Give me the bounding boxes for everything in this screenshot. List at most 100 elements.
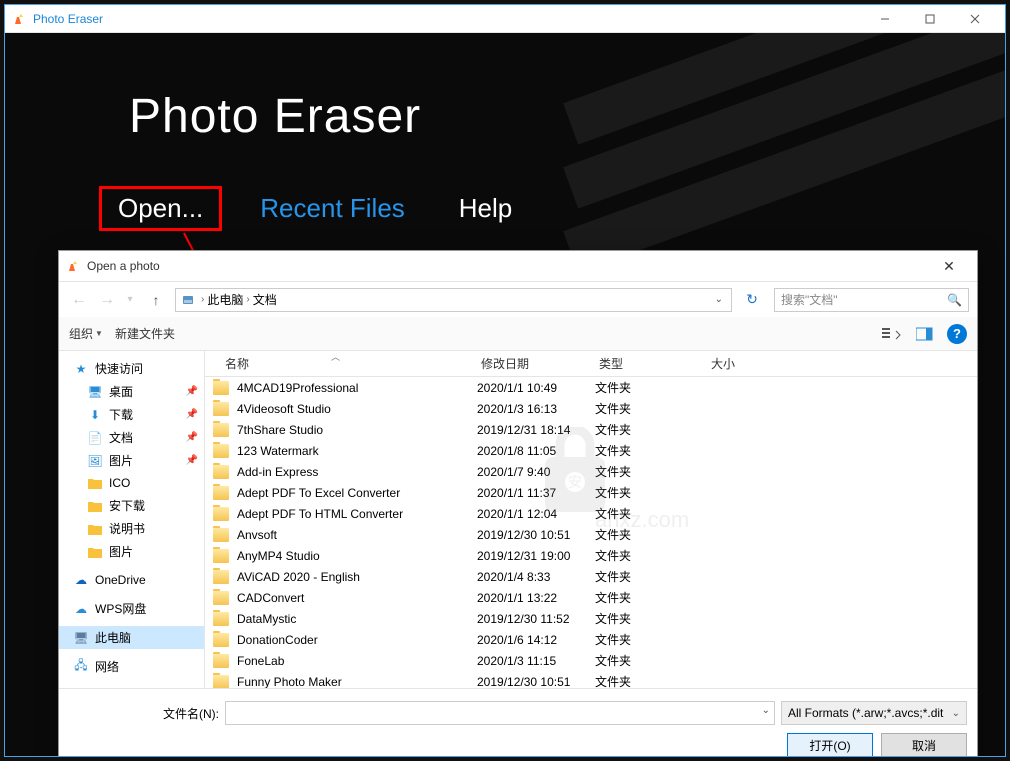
file-row[interactable]: AnyMP4 Studio2019/12/31 19:00文件夹 (205, 545, 977, 566)
file-row[interactable]: 123 Watermark2020/1/8 11:05文件夹 (205, 440, 977, 461)
sidebar: ★ 快速访问 🖥桌面📌⬇下载📌📄文档📌🖼图片📌ICO安下载说明书图片 ☁OneD… (59, 351, 205, 688)
file-row[interactable]: Funny Photo Maker2019/12/30 10:51文件夹 (205, 671, 977, 688)
file-row[interactable]: FoneLab2020/1/3 11:15文件夹 (205, 650, 977, 671)
folder-icon (213, 549, 229, 563)
menu-help[interactable]: Help (443, 189, 528, 228)
pin-icon: 📌 (186, 386, 198, 397)
wps-icon: ☁ (73, 601, 89, 617)
sidebar-wps[interactable]: ☁WPS网盘 (59, 597, 204, 620)
sidebar-onedrive[interactable]: ☁OneDrive (59, 569, 204, 591)
pin-icon: 📌 (186, 432, 198, 443)
nav-forward-button[interactable]: → (95, 288, 119, 312)
search-placeholder: 搜索"文档" (781, 291, 838, 308)
chevron-down-icon: ⌄ (952, 708, 960, 719)
open-button[interactable]: 打开(O) (787, 733, 873, 756)
close-button[interactable] (952, 5, 997, 32)
folder-icon (213, 507, 229, 521)
view-mode-button[interactable] (879, 323, 907, 345)
preview-pane-button[interactable] (911, 323, 939, 345)
dialog-close-button[interactable]: ✕ (929, 251, 969, 281)
folder-icon (213, 423, 229, 437)
folder-icon (87, 498, 103, 514)
folder-icon (213, 381, 229, 395)
maximize-button[interactable] (907, 5, 952, 32)
file-row[interactable]: Add-in Express2020/1/7 9:40文件夹 (205, 461, 977, 482)
breadcrumb[interactable]: › 此电脑 › 文档 ⌄ (175, 288, 732, 312)
chevron-down-icon[interactable]: ⌄ (762, 705, 770, 716)
folder-icon (213, 444, 229, 458)
sidebar-item[interactable]: 图片 (59, 540, 204, 563)
sidebar-network[interactable]: 🖧网络 (59, 655, 204, 678)
search-input[interactable]: 搜索"文档" 🔍 (774, 288, 969, 312)
minimize-button[interactable] (862, 5, 907, 32)
sidebar-item[interactable]: 🖥桌面📌 (59, 380, 204, 403)
main-title: Photo Eraser (129, 89, 421, 144)
sidebar-quick-access[interactable]: ★ 快速访问 (59, 357, 204, 380)
folder-icon (213, 591, 229, 605)
cancel-button[interactable]: 取消 (881, 733, 967, 756)
col-size[interactable]: 大小 (699, 355, 977, 372)
filename-input[interactable]: ⌄ (225, 701, 775, 725)
list-header[interactable]: ︿ 名称 修改日期 类型 大小 (205, 351, 977, 377)
pin-icon: 📌 (186, 409, 198, 420)
sidebar-item[interactable]: 📄文档📌 (59, 426, 204, 449)
pc-icon: 🖥 (73, 630, 89, 646)
chevron-right-icon: › (246, 294, 249, 305)
dialog-footer: 文件名(N): ⌄ All Formats (*.arw;*.avcs;*.di… (59, 688, 977, 756)
col-date[interactable]: 修改日期 (469, 355, 587, 372)
file-row[interactable]: 7thShare Studio2019/12/31 18:14文件夹 (205, 419, 977, 440)
menu-recent[interactable]: Recent Files (244, 189, 421, 228)
chevron-right-icon: › (201, 294, 204, 305)
col-type[interactable]: 类型 (587, 355, 699, 372)
titlebar[interactable]: Photo Eraser (5, 5, 1005, 33)
breadcrumb-root[interactable]: 此电脑 (207, 291, 243, 308)
file-row[interactable]: AViCAD 2020 - English2020/1/4 8:33文件夹 (205, 566, 977, 587)
file-row[interactable]: DataMystic2019/12/30 11:52文件夹 (205, 608, 977, 629)
organize-button[interactable]: 组织▼ (69, 325, 103, 342)
file-row[interactable]: Anvsoft2019/12/30 10:51文件夹 (205, 524, 977, 545)
file-row[interactable]: Adept PDF To Excel Converter2020/1/1 11:… (205, 482, 977, 503)
file-row[interactable]: Adept PDF To HTML Converter2020/1/1 12:0… (205, 503, 977, 524)
dialog-content: ★ 快速访问 🖥桌面📌⬇下载📌📄文档📌🖼图片📌ICO安下载说明书图片 ☁OneD… (59, 351, 977, 688)
desktop-icon: 🖥 (87, 384, 103, 400)
folder-icon (87, 521, 103, 537)
nav-back-button[interactable]: ← (67, 288, 91, 312)
app-window: Photo Eraser Photo Eraser Open... Recent… (4, 4, 1006, 757)
folder-icon (213, 465, 229, 479)
folder-icon (213, 654, 229, 668)
sidebar-this-pc[interactable]: 🖥此电脑 (59, 626, 204, 649)
list-body[interactable]: 安anxz.com 4MCAD19Professional2020/1/1 10… (205, 377, 977, 688)
file-row[interactable]: 4Videosoft Studio2020/1/3 16:13文件夹 (205, 398, 977, 419)
sort-indicator-icon: ︿ (331, 351, 340, 363)
dialog-titlebar[interactable]: Open a photo ✕ (59, 251, 977, 281)
sidebar-item[interactable]: ⬇下载📌 (59, 403, 204, 426)
file-row[interactable]: DonationCoder2020/1/6 14:12文件夹 (205, 629, 977, 650)
breadcrumb-icon (180, 292, 196, 308)
bg-decoration (555, 33, 1005, 263)
nav-recent-button[interactable]: ▾ (123, 288, 137, 312)
sidebar-item[interactable]: 🖼图片📌 (59, 449, 204, 472)
sidebar-item[interactable]: 说明书 (59, 517, 204, 540)
folder-icon (87, 475, 103, 491)
folder-icon (213, 675, 229, 689)
sidebar-item[interactable]: ICO (59, 472, 204, 494)
breadcrumb-current[interactable]: 文档 (253, 291, 277, 308)
new-folder-button[interactable]: 新建文件夹 (115, 325, 175, 342)
filter-select[interactable]: All Formats (*.arw;*.avcs;*.dit⌄ (781, 701, 967, 725)
dialog-toolbar: 组织▼ 新建文件夹 ? (59, 317, 977, 351)
folder-icon (213, 402, 229, 416)
nav-up-button[interactable]: ↑ (145, 289, 167, 311)
refresh-button[interactable]: ↻ (740, 288, 764, 312)
file-row[interactable]: 4MCAD19Professional2020/1/1 10:49文件夹 (205, 377, 977, 398)
sidebar-item[interactable]: 安下载 (59, 494, 204, 517)
menu-open[interactable]: Open... (99, 186, 222, 231)
folder-icon (87, 544, 103, 560)
breadcrumb-drop-icon[interactable]: ⌄ (711, 294, 727, 305)
help-icon[interactable]: ? (947, 324, 967, 344)
docs-icon: 📄 (87, 430, 103, 446)
pics-icon: 🖼 (87, 453, 103, 469)
file-row[interactable]: CADConvert2020/1/1 13:22文件夹 (205, 587, 977, 608)
star-icon: ★ (73, 361, 89, 377)
search-icon: 🔍 (947, 293, 962, 307)
dialog-icon (67, 259, 81, 273)
